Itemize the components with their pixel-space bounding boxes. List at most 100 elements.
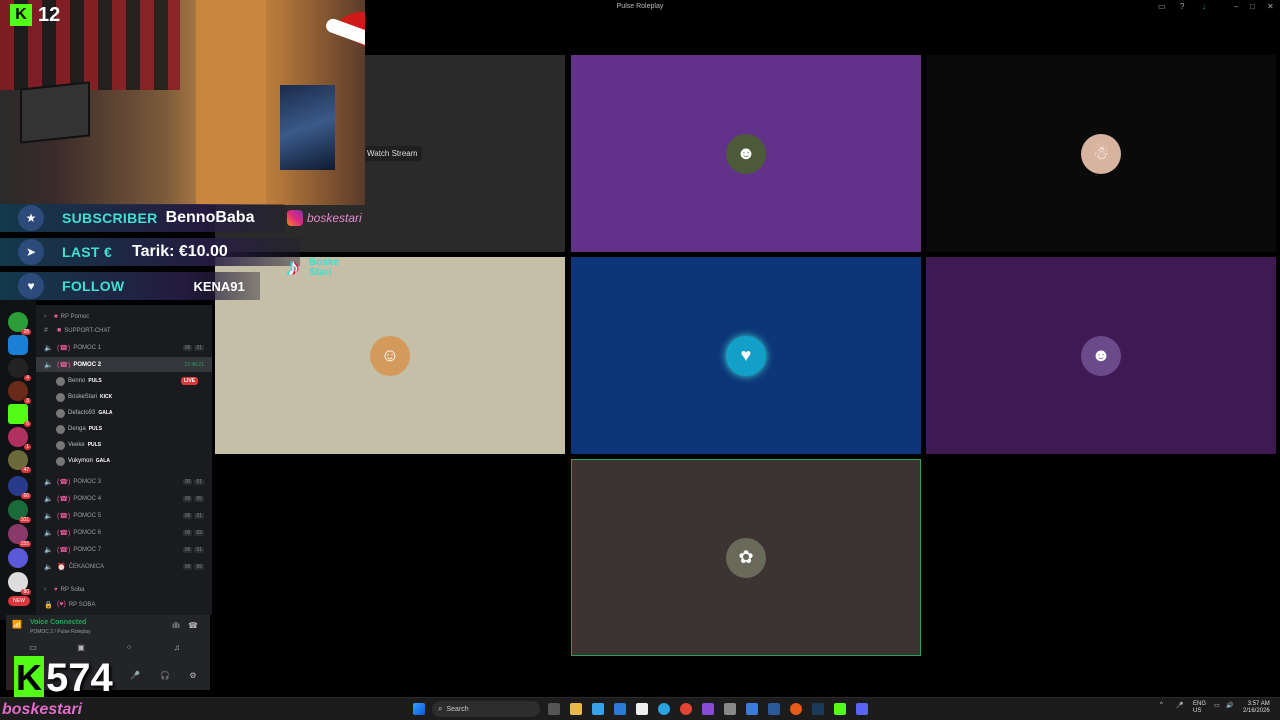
chevron-icon: › (44, 313, 47, 320)
volume-icon[interactable]: 🔊 (1226, 702, 1233, 709)
tile-blue[interactable]: ♥ (571, 257, 921, 454)
server-icon[interactable]: 66 (8, 476, 31, 499)
server-icon[interactable] (8, 335, 28, 355)
avatar (56, 392, 65, 402)
server-icon[interactable]: 155 (8, 524, 31, 547)
minimize-icon[interactable]: – (1234, 2, 1238, 11)
help-icon[interactable]: ? (1180, 2, 1184, 11)
calendar-icon[interactable] (636, 703, 648, 715)
kick-icon[interactable] (834, 703, 846, 715)
headphones-icon[interactable]: 🎧 (158, 671, 172, 683)
voice-user[interactable]: Defacto93 GALA (56, 405, 113, 421)
server-icon[interactable]: 6 (8, 404, 31, 427)
channel-label: POMOC 3 (73, 478, 102, 485)
chrome-icon[interactable] (680, 703, 692, 715)
channel-pomoc-6[interactable]: 🔈 (☎) POMOC 6 00 03 (36, 525, 212, 540)
channel-label: POMOC 6 (73, 529, 102, 536)
phone-icon: (☎) (57, 361, 71, 369)
channel-pomoc-1[interactable]: 🔈 (☎) POMOC 1 00 01 (36, 340, 212, 355)
monitor-icon[interactable]: ▭ (1158, 2, 1166, 11)
category-rp-pomoc[interactable]: › ■ RP Pomoc (36, 309, 212, 324)
channel-badge-icon: ■ (57, 327, 62, 334)
channel-pomoc-7[interactable]: 🔈 (☎) POMOC 7 00 01 (36, 542, 212, 557)
channel-pomoc-3[interactable]: 🔈 (☎) POMOC 3 00 01 (36, 474, 212, 489)
heart-icon: ♥ (18, 273, 44, 299)
edge-icon[interactable] (592, 703, 604, 715)
channel-pomoc-4[interactable]: 🔈 (☎) POMOC 4 00 05 (36, 491, 212, 506)
tile-brown[interactable]: ✿ (571, 459, 921, 656)
server-rail: 28 4 3 6 1 47 66 101 155 80 NEW (0, 300, 36, 620)
server-badge: 47 (21, 467, 31, 473)
taskbar-search[interactable]: ⌕ Search (432, 701, 540, 717)
steam-icon[interactable] (812, 703, 824, 715)
store-icon[interactable] (614, 703, 626, 715)
server-icon[interactable]: 3 (8, 381, 31, 404)
channel-label: POMOC 5 (73, 512, 102, 519)
tile-beige[interactable]: ☺ (215, 257, 565, 454)
voice-user[interactable]: Benno PULS (56, 373, 102, 389)
watch-stream-tooltip[interactable]: Watch Stream (362, 146, 423, 161)
tile-violet[interactable]: ☻ (926, 257, 1276, 454)
channel-pomoc-5[interactable]: 🔈 (☎) POMOC 5 00 01 (36, 508, 212, 523)
server-icon[interactable] (8, 548, 28, 568)
tile-dark[interactable]: ☃ (926, 55, 1276, 252)
soundboard-icon[interactable]: ♫ (170, 643, 184, 655)
app-icon[interactable] (702, 703, 714, 715)
settings-icon[interactable] (724, 703, 736, 715)
channel-pomoc-2[interactable]: 🔈 (☎) POMOC 2 12:46:21 (36, 357, 212, 372)
speaker-icon: 🔈 (44, 512, 53, 520)
file-explorer-icon[interactable] (570, 703, 582, 715)
server-badge: 4 (24, 375, 31, 381)
maximize-icon[interactable]: □ (1250, 2, 1255, 11)
telegram-icon[interactable] (658, 703, 670, 715)
alert-follow: ♥ FOLLOW KENA91 (0, 272, 260, 300)
channel-rp-soba[interactable]: 🔒 (♥) RP SOBA (36, 597, 212, 612)
category-label: RP Soba (60, 586, 85, 593)
app-icon[interactable] (746, 703, 758, 715)
settings-icon[interactable]: ⚙ (186, 671, 200, 683)
group-icon: ✿ (726, 537, 766, 578)
category-rp-soba[interactable]: › ♥ RP Soba (36, 582, 212, 597)
server-icon[interactable]: 101 (8, 500, 31, 523)
server-icon[interactable]: 28 (8, 312, 31, 335)
server-icon[interactable]: 1 (8, 427, 31, 450)
noise-suppression-icon[interactable]: ıllı (169, 621, 183, 633)
server-icon[interactable]: 80 (8, 572, 31, 595)
task-view-icon[interactable] (548, 703, 560, 715)
activities-icon[interactable]: ⁘ (122, 643, 136, 655)
channel-count: 00 (182, 478, 193, 485)
phone-icon: (☎) (57, 344, 71, 352)
channel-support-chat[interactable]: # ■ SUPPORT-CHAT (36, 323, 212, 338)
door (196, 0, 266, 205)
channel-limit: 99 (194, 563, 204, 570)
download-icon[interactable]: ↓ (1202, 2, 1206, 11)
speaker-icon: 🔈 (44, 495, 53, 503)
discord-icon[interactable] (856, 703, 868, 715)
search-icon: ⌕ (438, 704, 443, 713)
star-icon: ★ (18, 205, 44, 231)
chevron-up-icon[interactable]: ^ (1160, 702, 1163, 708)
server-icon[interactable]: 4 (8, 358, 31, 381)
channel-count: 00 (182, 344, 193, 351)
voice-user[interactable]: Vukymon GALA (56, 453, 110, 469)
app-icon[interactable] (768, 703, 780, 715)
user-tag: KICK (100, 394, 113, 400)
tile-purple[interactable]: ☻ (571, 55, 921, 252)
voice-user[interactable]: BoskeStari KICK (56, 389, 112, 405)
voice-user[interactable]: Denga PULS (56, 421, 102, 437)
language-indicator[interactable]: ENG US (1193, 701, 1206, 715)
network-icon[interactable]: ▭ (1214, 702, 1220, 709)
channel-cekaonica[interactable]: 🔈 ⏰ ČEKAONICA 00 99 (36, 559, 212, 574)
kick-logo-icon: K (14, 656, 44, 700)
close-icon[interactable]: ✕ (1267, 2, 1274, 11)
clock[interactable]: 3:57 AM 2/16/2026 (1243, 701, 1270, 715)
new-badge[interactable]: NEW (8, 596, 30, 606)
disconnect-icon[interactable]: ☎ (186, 621, 200, 633)
server-icon[interactable]: 47 (8, 450, 31, 473)
mic-tray-icon[interactable]: 🎤 (1176, 702, 1183, 709)
obs-icon[interactable] (790, 703, 802, 715)
windows-start-icon[interactable] (413, 703, 425, 715)
voice-user[interactable]: Veeke PULS (56, 437, 101, 453)
microphone-icon[interactable]: 🎤 (128, 671, 142, 683)
speaker-icon: 🔈 (44, 529, 53, 537)
